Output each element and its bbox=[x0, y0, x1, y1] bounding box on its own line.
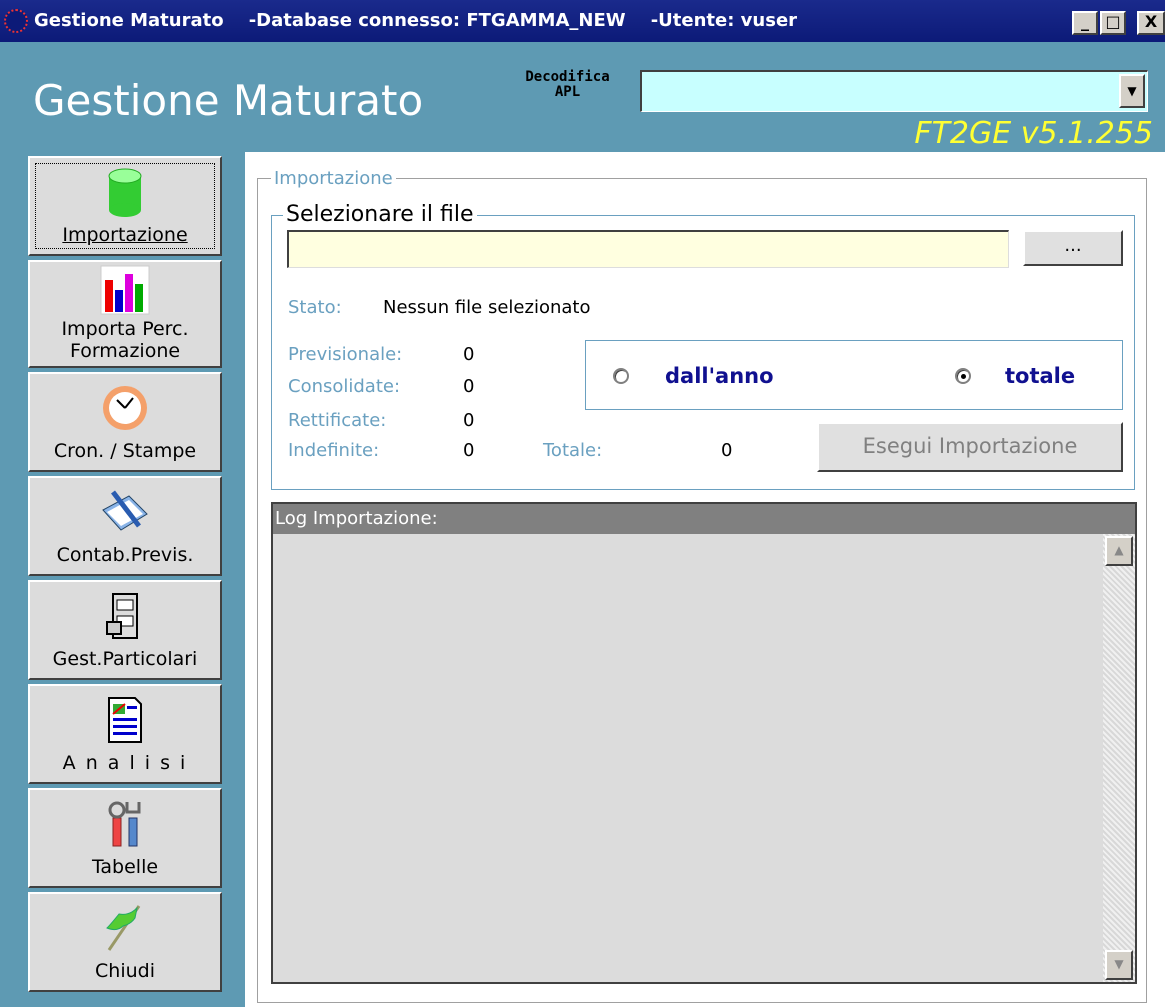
scroll-up-icon[interactable]: ▲ bbox=[1105, 536, 1133, 566]
sidebar-item-label: A n a l i s i bbox=[62, 752, 188, 774]
sidebar-item-label: Cron. / Stampe bbox=[53, 440, 197, 462]
sidebar-item-chiudi[interactable]: Chiudi bbox=[28, 892, 222, 992]
stato-label: Stato: bbox=[288, 297, 342, 318]
sidebar-item-importazione[interactable]: Importazione bbox=[28, 156, 222, 256]
totale-value: 0 bbox=[721, 440, 733, 461]
sidebar-item-importa-perc[interactable]: Importa Perc. Formazione bbox=[28, 260, 222, 368]
indefinite-label: Indefinite: bbox=[288, 440, 380, 461]
flag-icon bbox=[106, 905, 141, 951]
sidebar-item-tabelle[interactable]: Tabelle bbox=[28, 788, 222, 888]
sidebar-item-label: Importazione bbox=[62, 224, 188, 246]
log-header: Log Importazione: bbox=[273, 504, 1135, 534]
window-title: Gestione Maturato -Database connesso: FT… bbox=[34, 10, 798, 31]
clock-icon bbox=[103, 386, 147, 430]
radio-totale-label[interactable]: totale bbox=[1005, 364, 1075, 388]
indefinite-value: 0 bbox=[463, 440, 475, 461]
sidebar-item-contab-previs[interactable]: Contab.Previs. bbox=[28, 476, 222, 576]
consolidate-value: 0 bbox=[463, 376, 475, 397]
sidebar-item-label: Importa Perc. Formazione bbox=[61, 318, 189, 362]
log-panel: Log Importazione: ▲ ▼ bbox=[271, 502, 1137, 984]
rettificate-label: Rettificate: bbox=[288, 410, 387, 431]
book-pen-icon bbox=[102, 490, 148, 531]
rettificate-value: 0 bbox=[463, 410, 475, 431]
database-icon bbox=[108, 168, 142, 217]
sidebar-item-analisi[interactable]: A n a l i s i bbox=[28, 684, 222, 784]
sidebar-item-label: Contab.Previs. bbox=[56, 544, 194, 566]
title-bar[interactable]: Gestione Maturato -Database connesso: FT… bbox=[0, 0, 1165, 42]
previsionale-label: Previsionale: bbox=[288, 344, 403, 365]
page-title: Gestione Maturato bbox=[33, 76, 424, 125]
scroll-down-icon[interactable]: ▼ bbox=[1105, 950, 1133, 980]
browse-button[interactable]: ... bbox=[1023, 230, 1123, 266]
importazione-group-label: Importazione bbox=[271, 168, 396, 189]
file-cabinet-icon bbox=[106, 593, 138, 639]
close-button[interactable]: X bbox=[1137, 11, 1165, 35]
chevron-down-icon[interactable]: ▼ bbox=[1119, 74, 1145, 108]
decodifica-label: Decodifica APL bbox=[525, 69, 610, 100]
file-select-label: Selezionare il file bbox=[283, 202, 477, 227]
consolidate-label: Consolidate: bbox=[288, 376, 401, 397]
sidebar-item-label: Gest.Particolari bbox=[52, 648, 198, 670]
sidebar-item-label: Tabelle bbox=[91, 856, 159, 878]
file-path-input[interactable] bbox=[287, 230, 1009, 268]
radio-totale[interactable] bbox=[955, 368, 971, 384]
radio-dall-anno[interactable] bbox=[613, 368, 629, 384]
report-icon bbox=[108, 697, 142, 743]
minimize-button[interactable]: _ bbox=[1072, 11, 1098, 35]
decodifica-select[interactable]: ▼ bbox=[640, 70, 1148, 112]
previsionale-value: 0 bbox=[463, 344, 475, 365]
radio-dall-anno-label[interactable]: dall'anno bbox=[665, 364, 774, 388]
tools-icon bbox=[108, 801, 141, 847]
bar-chart-icon bbox=[100, 265, 150, 315]
maximize-button[interactable]: □ bbox=[1100, 11, 1126, 35]
app-icon bbox=[4, 9, 28, 33]
app-window: Gestione Maturato -Database connesso: FT… bbox=[0, 0, 1165, 1007]
header: Gestione Maturato Decodifica APL ▼ FT2GE… bbox=[0, 42, 1165, 152]
stato-value: Nessun file selezionato bbox=[383, 297, 591, 318]
esegui-importazione-button[interactable]: Esegui Importazione bbox=[817, 422, 1123, 472]
sidebar-item-cron-stampe[interactable]: Cron. / Stampe bbox=[28, 372, 222, 472]
totale-label: Totale: bbox=[543, 440, 603, 461]
log-scrollbar[interactable]: ▲ ▼ bbox=[1103, 534, 1135, 982]
version-label: FT2GE v5.1.255 bbox=[914, 116, 1153, 151]
sidebar-item-label: Chiudi bbox=[95, 960, 155, 982]
main-panel: Importazione Selezionare il file ... Sta… bbox=[245, 152, 1165, 1007]
sidebar: Importazione Importa Perc. Formazione Cr… bbox=[28, 156, 228, 1004]
sidebar-item-gest-particolari[interactable]: Gest.Particolari bbox=[28, 580, 222, 680]
